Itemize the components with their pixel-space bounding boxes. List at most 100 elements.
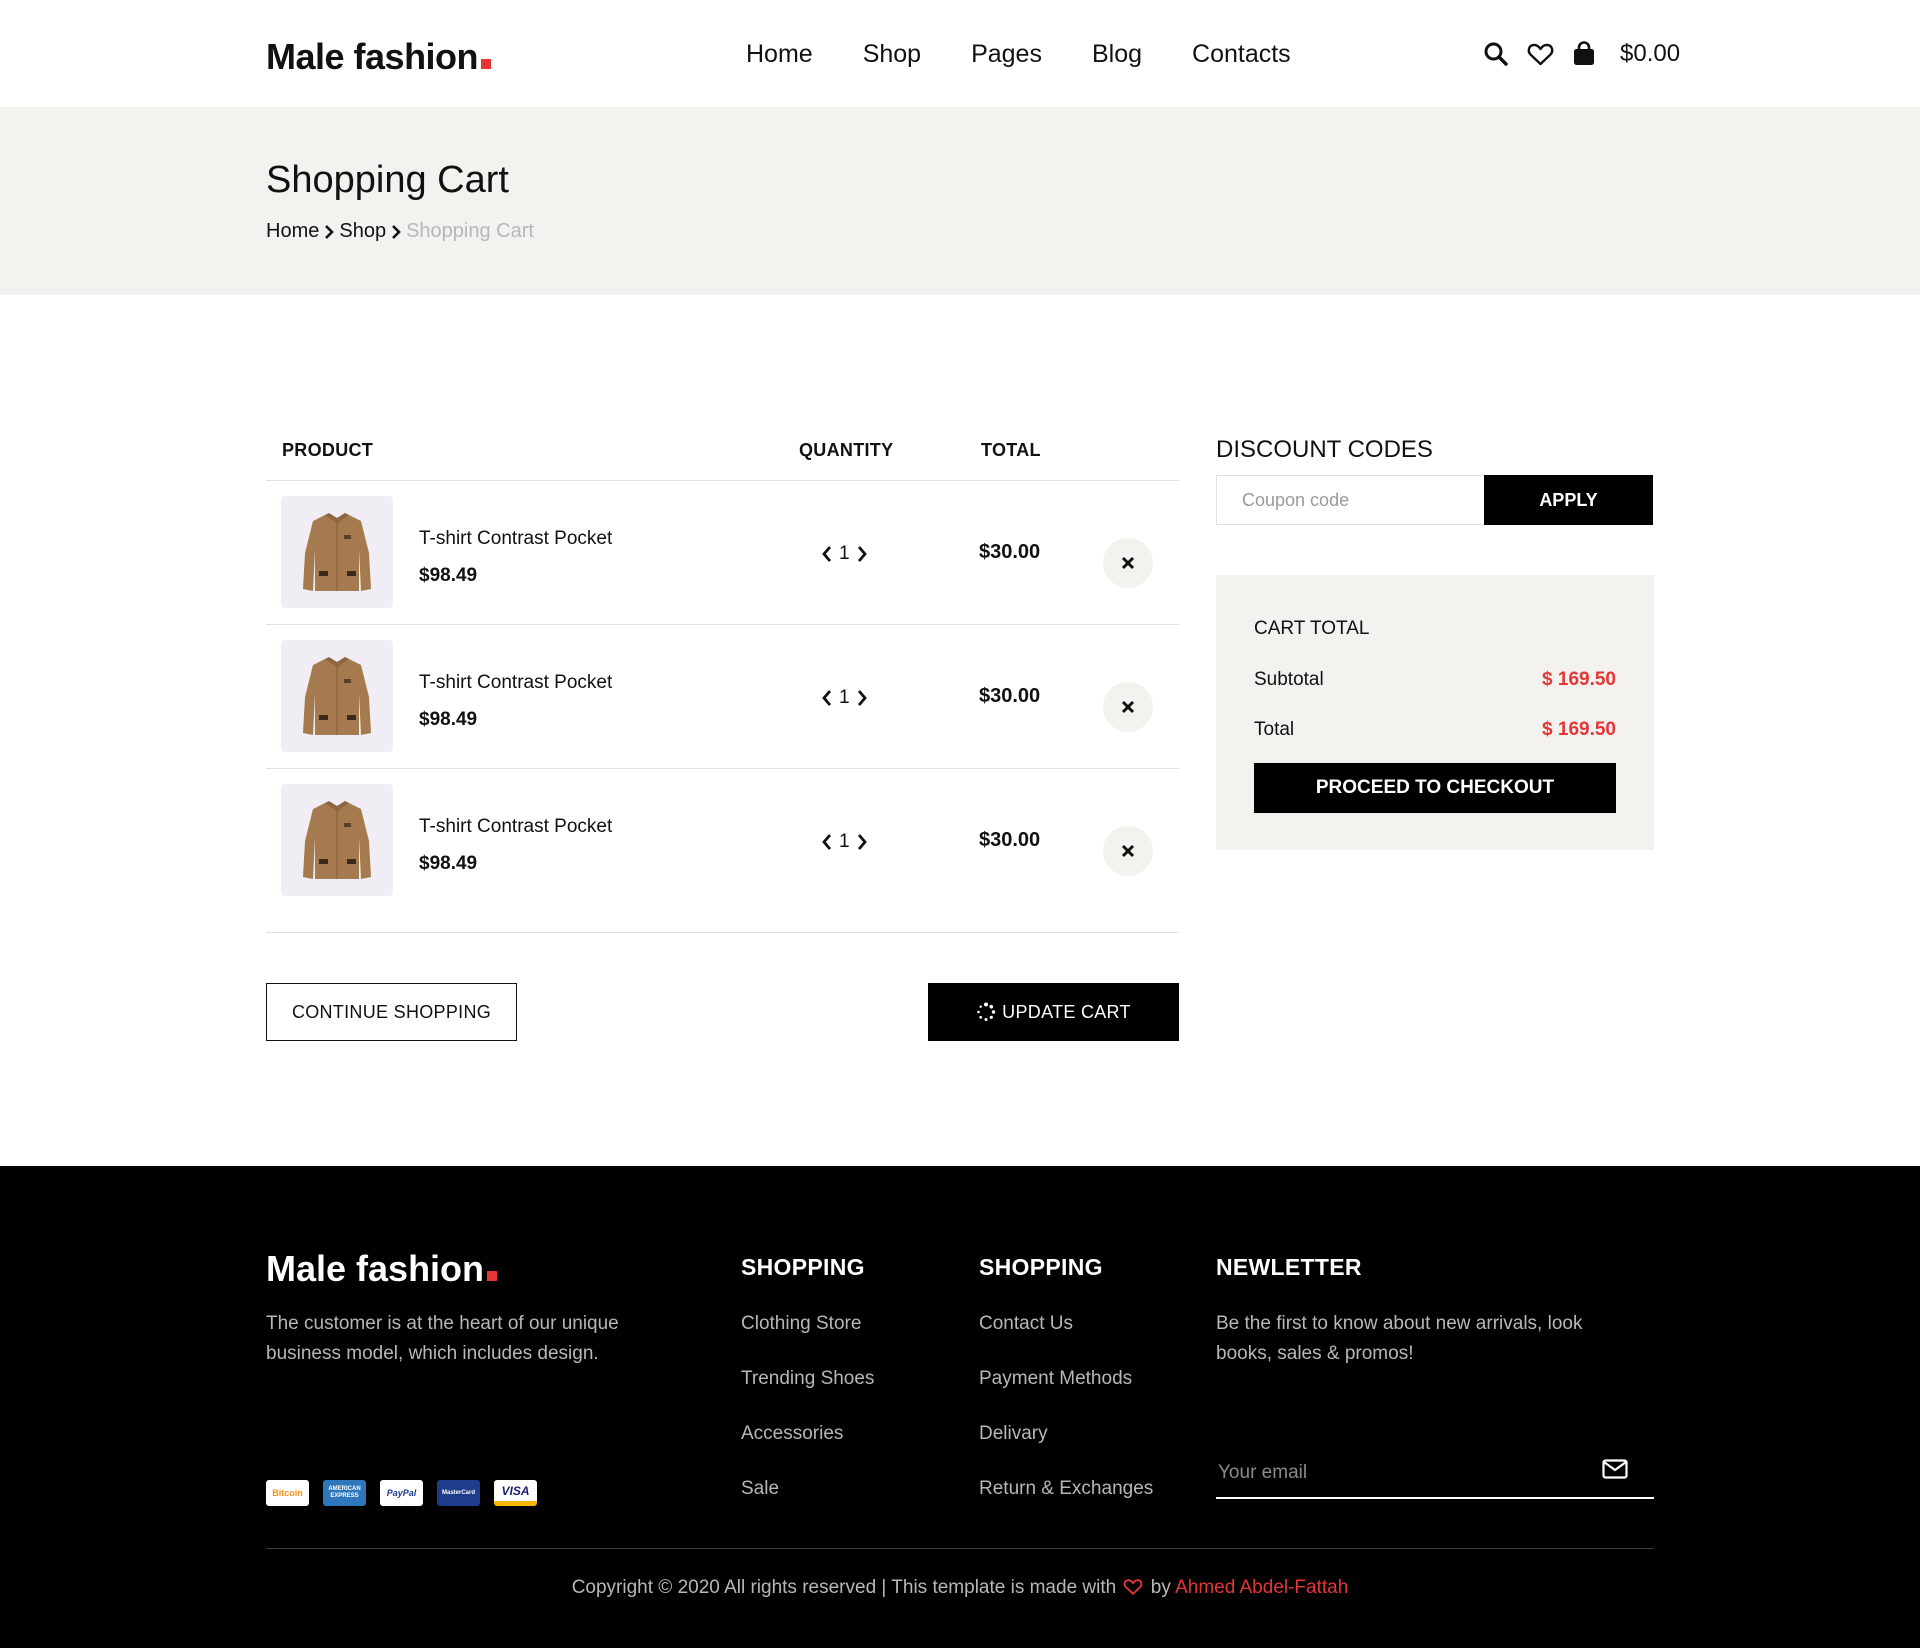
brand-logo[interactable]: Male fashion xyxy=(266,36,492,78)
product-name[interactable]: T-shirt Contrast Pocket xyxy=(419,672,612,694)
footer-divider xyxy=(266,1548,1654,1549)
table-row: T-shirt Contrast Pocket $98.49 1 $30.00 xyxy=(266,625,1179,769)
chevron-right-icon[interactable] xyxy=(856,689,868,707)
row-total: $30.00 xyxy=(979,829,1041,851)
footer-logo[interactable]: Male fashion xyxy=(266,1248,498,1290)
footer-link[interactable]: Trending Shoes xyxy=(741,1366,874,1391)
update-cart-label: UPDATE CART xyxy=(1002,1001,1131,1022)
footer-link[interactable]: Return & Exchanges xyxy=(979,1476,1153,1501)
column-header-product: PRODUCT xyxy=(282,440,374,460)
cart-totals-panel: CART TOTAL Subtotal $ 169.50 Total $ 169… xyxy=(1216,575,1654,850)
checkout-button[interactable]: PROCEED TO CHECKOUT xyxy=(1254,763,1616,813)
row-total: $30.00 xyxy=(979,685,1041,707)
close-icon xyxy=(1121,556,1135,570)
quantity-stepper: 1 xyxy=(821,687,868,709)
total-label: Total xyxy=(1254,719,1295,740)
breadcrumb-home[interactable]: Home xyxy=(266,220,319,243)
column-header-quantity: QUANTITY xyxy=(799,440,894,460)
mastercard-icon: MasterCard xyxy=(437,1480,480,1506)
jacket-image xyxy=(303,801,371,879)
footer-link[interactable]: Delivary xyxy=(979,1421,1153,1446)
logo-dot xyxy=(487,1271,498,1281)
search-icon[interactable] xyxy=(1483,41,1509,67)
remove-item-button[interactable] xyxy=(1103,826,1153,876)
nav-item-shop[interactable]: Shop xyxy=(863,40,921,69)
chevron-right-icon xyxy=(325,224,335,239)
product-price: $98.49 xyxy=(419,565,478,586)
header-cart-total[interactable]: $0.00 xyxy=(1620,40,1680,68)
nav-item-contacts[interactable]: Contacts xyxy=(1192,40,1291,69)
subtotal-row: Subtotal $ 169.50 xyxy=(1254,669,1616,691)
footer-logo-text: Male fashion xyxy=(266,1248,485,1289)
author-link[interactable]: Ahmed Abdel-Fattah xyxy=(1175,1577,1348,1598)
footer-col2-title: SHOPPING xyxy=(979,1254,1103,1280)
table-row: T-shirt Contrast Pocket $98.49 1 $30.00 xyxy=(266,481,1179,625)
chevron-right-icon[interactable] xyxy=(856,833,868,851)
paypal-icon: PayPal xyxy=(380,1480,423,1506)
jacket-image xyxy=(303,513,371,591)
close-icon xyxy=(1121,700,1135,714)
page-title: Shopping Cart xyxy=(266,159,509,201)
site-header: Male fashion Home Shop Pages Blog Contac… xyxy=(0,0,1920,107)
product-price: $98.49 xyxy=(419,709,478,730)
footer-col1-links: Clothing Store Trending Shoes Accessorie… xyxy=(741,1311,874,1501)
chevron-right-icon[interactable] xyxy=(856,545,868,563)
chevron-left-icon[interactable] xyxy=(821,689,833,707)
product-name[interactable]: T-shirt Contrast Pocket xyxy=(419,528,612,550)
product-thumbnail[interactable] xyxy=(281,496,393,608)
shopping-bag-icon[interactable] xyxy=(1572,41,1596,67)
chevron-left-icon[interactable] xyxy=(821,545,833,563)
heart-icon xyxy=(1124,1579,1143,1595)
quantity-stepper: 1 xyxy=(821,543,868,565)
visa-icon: VISA xyxy=(494,1480,537,1506)
continue-shopping-button[interactable]: CONTINUE SHOPPING xyxy=(266,983,517,1041)
header-actions: $0.00 xyxy=(1483,40,1680,68)
newsletter-email-input[interactable] xyxy=(1216,1449,1654,1499)
product-thumbnail[interactable] xyxy=(281,640,393,752)
footer-col2-links: Contact Us Payment Methods Delivary Retu… xyxy=(979,1311,1153,1501)
chevron-right-icon xyxy=(392,224,401,239)
copyright: Copyright © 2020 All rights reserved | T… xyxy=(0,1577,1920,1599)
product-name[interactable]: T-shirt Contrast Pocket xyxy=(419,816,612,838)
product-thumbnail[interactable] xyxy=(281,784,393,896)
nav-item-pages[interactable]: Pages xyxy=(971,40,1042,69)
apply-button[interactable]: APPLY xyxy=(1484,475,1653,525)
quantity-value[interactable]: 1 xyxy=(839,543,850,565)
footer-link[interactable]: Clothing Store xyxy=(741,1311,874,1336)
heart-icon[interactable] xyxy=(1527,42,1554,67)
logo-dot xyxy=(481,59,492,69)
breadcrumb-current: Shopping Cart xyxy=(406,220,534,242)
cart-total-title: CART TOTAL xyxy=(1254,618,1370,639)
quantity-value[interactable]: 1 xyxy=(839,831,850,853)
footer-link[interactable]: Payment Methods xyxy=(979,1366,1153,1391)
site-footer: Male fashion The customer is at the hear… xyxy=(0,1166,1920,1648)
footer-link[interactable]: Accessories xyxy=(741,1421,874,1446)
product-price: $98.49 xyxy=(419,853,478,874)
quantity-value[interactable]: 1 xyxy=(839,687,850,709)
total-value: $ 169.50 xyxy=(1542,719,1616,740)
table-row: T-shirt Contrast Pocket $98.49 1 $30.00 xyxy=(266,769,1179,933)
column-header-total: TOTAL xyxy=(981,440,1041,460)
total-row: Total $ 169.50 xyxy=(1254,719,1616,741)
payment-methods: Bitcoin AMERICAN EXPRESS PayPal MasterCa… xyxy=(266,1480,537,1506)
envelope-icon[interactable] xyxy=(1602,1459,1628,1483)
bitcoin-icon: Bitcoin xyxy=(266,1480,309,1506)
breadcrumb-shop[interactable]: Shop xyxy=(339,220,386,243)
copyright-by: by xyxy=(1150,1577,1171,1598)
subtotal-label: Subtotal xyxy=(1254,669,1324,690)
amex-icon: AMERICAN EXPRESS xyxy=(323,1480,366,1506)
nav-item-blog[interactable]: Blog xyxy=(1092,40,1142,69)
remove-item-button[interactable] xyxy=(1103,682,1153,732)
coupon-input[interactable] xyxy=(1216,475,1484,525)
remove-item-button[interactable] xyxy=(1103,538,1153,588)
breadcrumb-band: Shopping Cart Home Shop Shopping Cart xyxy=(0,107,1920,295)
nav-item-home[interactable]: Home xyxy=(746,40,813,69)
chevron-left-icon[interactable] xyxy=(821,833,833,851)
footer-link[interactable]: Contact Us xyxy=(979,1311,1153,1336)
newsletter-title: NEWLETTER xyxy=(1216,1254,1362,1280)
spinner-icon xyxy=(977,1002,996,1021)
row-total: $30.00 xyxy=(979,541,1041,563)
footer-link[interactable]: Sale xyxy=(741,1476,874,1501)
update-cart-button[interactable]: UPDATE CART xyxy=(928,983,1179,1041)
footer-description: The customer is at the heart of our uniq… xyxy=(266,1313,619,1364)
